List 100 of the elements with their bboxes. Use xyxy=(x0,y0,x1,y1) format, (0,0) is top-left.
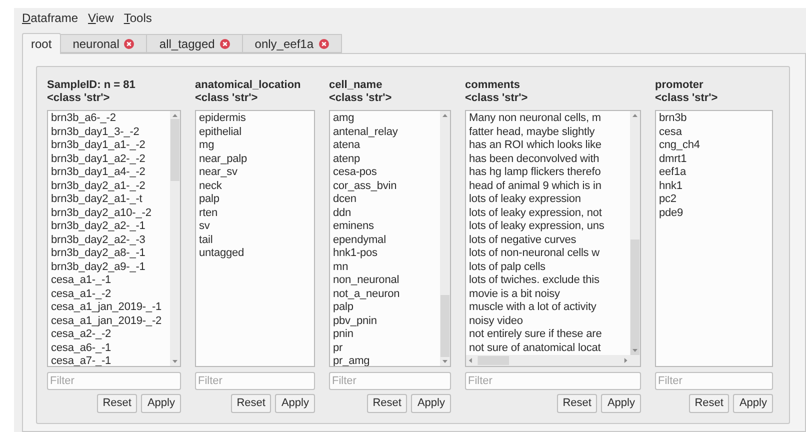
list-item[interactable]: cesa xyxy=(656,126,685,139)
tab[interactable]: only_eef1a xyxy=(242,34,342,53)
vertical-scrollbar[interactable] xyxy=(440,111,450,366)
list-item[interactable]: pbv_pnin xyxy=(330,314,380,328)
value-list[interactable]: epidermis epithelial mg near_palp near_sv neck palp rten sv tail untagged xyxy=(195,110,315,367)
filter-field[interactable]: Filter xyxy=(329,372,451,390)
list-item[interactable]: cesa_a1_jan_2019-_-2 xyxy=(48,314,165,328)
filter-field[interactable]: Filter xyxy=(655,372,773,390)
tab[interactable]: neuronal xyxy=(60,34,148,53)
list-item[interactable]: brn3b_day1_a1-_-2 xyxy=(48,139,148,152)
list-item[interactable]: hnk1 xyxy=(656,180,686,193)
list-item[interactable]: has hg lamp flickers therefo xyxy=(466,166,604,180)
list-item[interactable]: non_neuronal xyxy=(330,274,402,288)
list-item[interactable]: lots of leaky expression xyxy=(466,193,584,206)
list-item[interactable]: cesa-pos xyxy=(330,166,380,180)
list-item[interactable]: neck xyxy=(196,180,225,193)
list-item[interactable]: not_a_neuron xyxy=(330,288,403,301)
vertical-scrollbar[interactable] xyxy=(170,111,180,366)
list-item[interactable]: brn3b xyxy=(656,112,690,126)
list-item[interactable]: brn3b_day1_3-_-2 xyxy=(48,126,142,139)
filter-field[interactable]: Filter xyxy=(465,372,641,390)
list-item[interactable]: brn3b_day1_a4-_-2 xyxy=(48,166,148,180)
list-item[interactable]: amg xyxy=(330,112,358,126)
list-item[interactable]: not sure of anatomical locat xyxy=(466,342,604,355)
list-item[interactable]: hnk1-pos xyxy=(330,247,380,260)
list-item[interactable]: untagged xyxy=(196,247,248,260)
list-item[interactable]: epidermis xyxy=(196,112,249,126)
menu-item[interactable]: Tools xyxy=(124,8,152,26)
list-item[interactable]: cesa_a1-_-1 xyxy=(48,274,114,288)
close-icon[interactable] xyxy=(318,38,329,48)
list-item[interactable]: palp xyxy=(196,193,222,206)
list-item[interactable]: cor_ass_bvin xyxy=(330,180,400,193)
list-item[interactable]: Many non neuronal cells, m xyxy=(466,112,604,126)
value-list[interactable]: amg antenal_relay atena atenp cesa-pos cor_ass_bvin dcen ddn eminens ependymal hnk1-pos mn non_neuronal not_a_neuron palp pbv_pnin pnin pr pr_amg xyxy=(329,110,451,367)
list-item[interactable]: brn3b_day1_a2-_-2 xyxy=(48,152,148,166)
list-item[interactable]: brn3b_day2_a1-_-t xyxy=(48,193,146,206)
close-icon[interactable] xyxy=(124,38,134,48)
list-item[interactable]: brn3b_day2_a1-_-2 xyxy=(48,180,148,193)
list-item[interactable]: lots of negative curves xyxy=(466,234,580,247)
tab[interactable]: all_tagged xyxy=(147,34,243,53)
list-item[interactable]: pc2 xyxy=(656,193,680,206)
list-item[interactable]: brn3b_day2_a2-_-3 xyxy=(48,234,148,247)
list-item[interactable]: has been deconvolved with xyxy=(466,152,602,166)
list-button[interactable]: Reset xyxy=(96,394,138,413)
list-item[interactable]: muscle with a lot of activity xyxy=(466,301,600,314)
list-item[interactable]: near_sv xyxy=(196,166,240,180)
list-item[interactable]: lots of leaky expression, uns xyxy=(466,220,608,234)
value-list[interactable] xyxy=(47,110,181,367)
list-item[interactable]: ependymal xyxy=(330,234,389,247)
horizontal-scrollbar[interactable] xyxy=(466,355,640,366)
close-icon[interactable] xyxy=(220,38,230,48)
list-item[interactable]: cesa_a1-_-2 xyxy=(48,288,114,301)
list-item[interactable]: brn3b_day2_a10-_-2 xyxy=(48,206,154,220)
value-list[interactable] xyxy=(465,110,641,367)
tab[interactable]: root xyxy=(22,33,61,54)
list-item[interactable]: eef1a xyxy=(656,166,690,180)
list-item[interactable]: noisy video xyxy=(466,314,526,328)
list-item[interactable]: cng_ch4 xyxy=(656,139,703,152)
list-item[interactable]: antenal_relay xyxy=(330,126,401,139)
list-item[interactable]: cesa_a2-_-2 xyxy=(48,328,114,342)
list-item[interactable]: lots of palp cells xyxy=(466,260,548,274)
list-item[interactable]: mn xyxy=(330,260,352,274)
list-item[interactable]: has an ROI which looks like xyxy=(466,139,604,152)
menu-item[interactable]: Dataframe xyxy=(22,8,78,26)
list-item[interactable]: pr xyxy=(330,342,346,355)
list-item[interactable]: not entirely sure if these are xyxy=(466,328,605,342)
list-item[interactable]: brn3b_day2_a2-_-1 xyxy=(48,220,148,234)
list-button[interactable]: Apply xyxy=(411,394,451,413)
list-item[interactable]: sv xyxy=(196,220,213,234)
list-item[interactable]: lots of leaky expression, not xyxy=(466,206,605,220)
list-item[interactable]: near_palp xyxy=(196,152,250,166)
list-button[interactable]: Apply xyxy=(601,394,641,413)
list-button[interactable]: Reset xyxy=(230,394,272,413)
list-item[interactable]: cesa_a1_jan_2019-_-1 xyxy=(48,301,165,314)
list-item[interactable]: fatter head, maybe slightly xyxy=(466,126,598,139)
list-item[interactable]: rten xyxy=(196,206,221,220)
menu-item[interactable]: View xyxy=(88,8,114,26)
list-button[interactable]: Reset xyxy=(556,394,598,413)
filter-field[interactable]: Filter xyxy=(47,372,181,390)
list-button[interactable]: Reset xyxy=(366,394,408,413)
list-button[interactable]: Apply xyxy=(275,394,315,413)
list-item[interactable]: pde9 xyxy=(656,206,686,220)
list-item[interactable]: cesa_a6-_-1 xyxy=(48,342,114,355)
list-item[interactable]: brn3b_day2_a8-_-1 xyxy=(48,247,148,260)
list-item[interactable]: movie is a bit noisy xyxy=(466,288,563,301)
list-item[interactable]: dmrt1 xyxy=(656,152,690,166)
list-button[interactable]: Apply xyxy=(733,394,773,413)
list-item[interactable]: cesa_a7-_-1 xyxy=(48,355,114,366)
list-item[interactable]: lots of twiches. exclude this xyxy=(466,274,602,288)
list-item[interactable]: mg xyxy=(196,139,218,152)
list-item[interactable]: brn3b_a6-_-2 xyxy=(48,112,119,126)
vertical-scrollbar[interactable] xyxy=(630,111,640,355)
list-item[interactable]: lots of non-neuronal cells w xyxy=(466,247,602,260)
list-button[interactable]: Apply xyxy=(141,394,181,413)
list-item[interactable]: tail xyxy=(196,234,216,247)
list-item[interactable]: palp xyxy=(330,301,356,314)
list-item[interactable]: epithelial xyxy=(196,126,244,139)
filter-field[interactable]: Filter xyxy=(195,372,315,390)
list-item[interactable]: dcen xyxy=(330,193,360,206)
list-item[interactable]: pnin xyxy=(330,328,356,342)
